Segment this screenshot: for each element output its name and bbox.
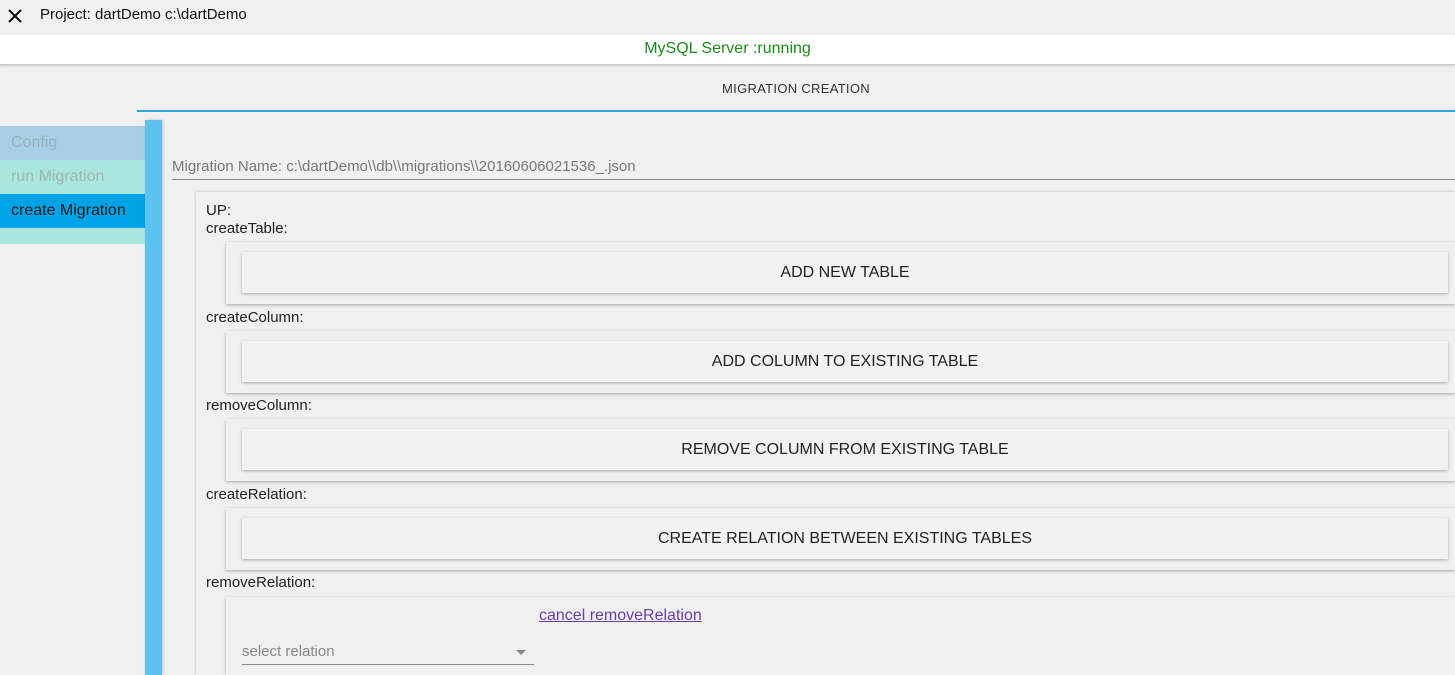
select-relation-placeholder: select relation xyxy=(242,643,335,660)
up-label: UP: xyxy=(206,202,232,219)
remove-column-card: REMOVE COLUMN FROM EXISTING TABLE xyxy=(226,419,1455,481)
create-relation-card: CREATE RELATION BETWEEN EXISTING TABLES xyxy=(226,508,1455,570)
create-relation-label: createRelation: xyxy=(206,486,307,503)
cancel-remove-relation-link[interactable]: cancel removeRelation xyxy=(539,607,702,625)
select-relation-dropdown[interactable]: select relation xyxy=(242,637,534,665)
server-status-bar: MySQL Server :running xyxy=(0,35,1455,65)
sidebar-item-run-migration[interactable]: run Migration xyxy=(0,160,145,194)
create-column-label: createColumn: xyxy=(206,309,304,326)
tab-label: MIGRATION CREATION xyxy=(722,81,870,96)
add-new-table-button[interactable]: ADD NEW TABLE xyxy=(242,252,1448,293)
remove-relation-label: removeRelation: xyxy=(206,574,316,591)
sidebar-item-create-migration[interactable]: create Migration xyxy=(0,194,145,228)
close-icon[interactable] xyxy=(6,7,24,25)
remove-column-button[interactable]: REMOVE COLUMN FROM EXISTING TABLE xyxy=(242,429,1448,470)
remove-column-label: removeColumn: xyxy=(206,397,312,414)
title-bar: Project: dartDemo c:\dartDemo xyxy=(0,0,1455,35)
sidebar: Config run Migration create Migration xyxy=(0,126,145,244)
sidebar-divider xyxy=(0,228,145,244)
chevron-down-icon xyxy=(516,650,526,655)
migration-name-field[interactable]: Migration Name: c:\dartDemo\\db\\migrati… xyxy=(172,152,1455,180)
create-table-card: ADD NEW TABLE xyxy=(226,242,1455,304)
sidebar-item-config[interactable]: Config xyxy=(0,126,145,160)
window-title: Project: dartDemo c:\dartDemo xyxy=(40,6,247,23)
create-column-card: ADD COLUMN TO EXISTING TABLE xyxy=(226,331,1455,393)
remove-relation-card: cancel removeRelation select relation xyxy=(226,597,1455,675)
tab-migration-creation[interactable]: MIGRATION CREATION xyxy=(137,66,1455,112)
up-panel: UP: createTable: ADD NEW TABLE createCol… xyxy=(196,192,1455,675)
server-status-text: MySQL Server :running xyxy=(644,40,811,57)
add-column-button[interactable]: ADD COLUMN TO EXISTING TABLE xyxy=(242,341,1448,382)
sidebar-accent-bar xyxy=(145,120,162,675)
create-table-label: createTable: xyxy=(206,220,288,237)
create-relation-button[interactable]: CREATE RELATION BETWEEN EXISTING TABLES xyxy=(242,518,1448,559)
